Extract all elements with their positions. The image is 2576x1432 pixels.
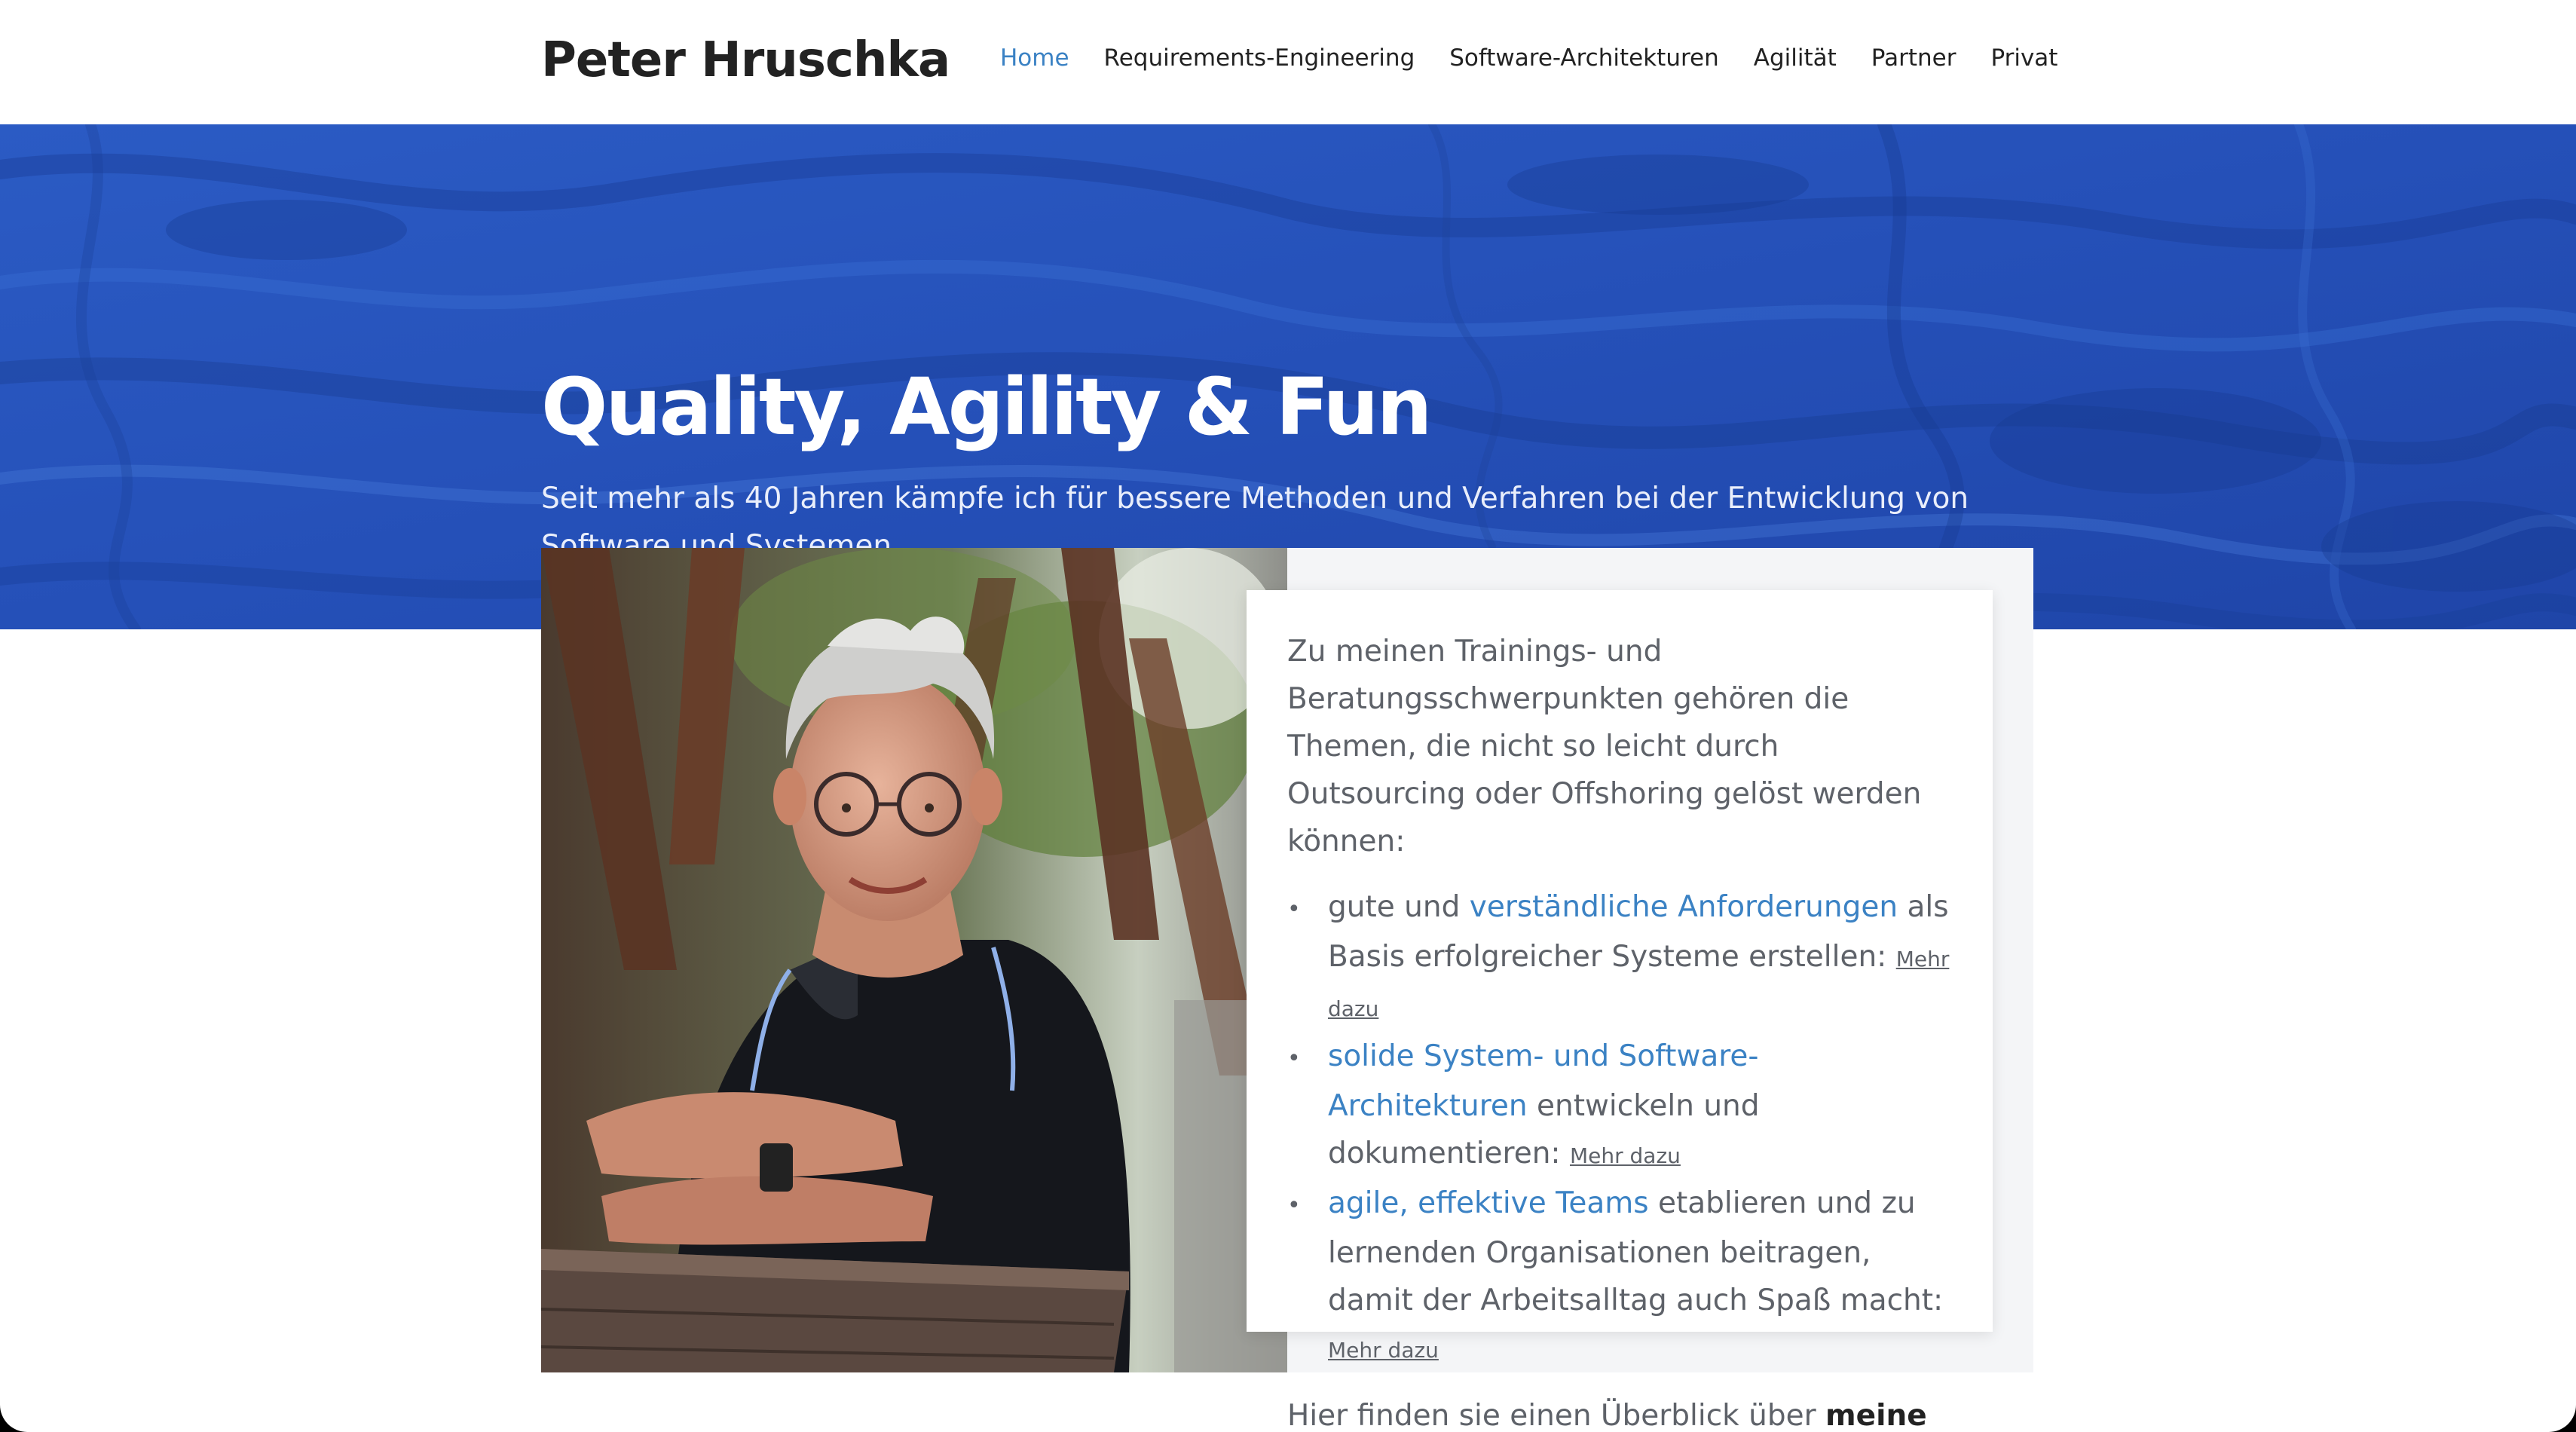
mehr-dazu-link[interactable]: Mehr dazu (1328, 1338, 1439, 1363)
list-item: • solide System- und Software-Architektur… (1287, 1033, 1952, 1180)
list-item: • gute und verständliche Anforderungen al… (1287, 883, 1952, 1033)
intro-card: Zu meinen Trainings- und Beratungsschwer… (1247, 590, 1993, 1432)
mehr-dazu-link[interactable]: Mehr dazu (1570, 1143, 1681, 1168)
site-title[interactable]: Peter Hruschka (541, 30, 950, 90)
item-text: gute und (1328, 890, 1470, 924)
nav-software-architekturen[interactable]: Software-Architekturen (1449, 43, 1719, 73)
focus-list: • gute und verständliche Anforderungen al… (1287, 883, 1952, 1374)
intro-paragraph: Zu meinen Trainings- und Beratungsschwer… (1287, 635, 1922, 858)
main-nav: Home Requirements-Engineering Software-A… (1000, 43, 2057, 73)
list-item: • agile, effektive Teams etablieren und z… (1287, 1180, 1952, 1374)
nav-privat[interactable]: Privat (1990, 43, 2057, 73)
bullet-icon: • (1287, 1192, 1301, 1219)
hero-title: Quality, Agility & Fun (541, 361, 1433, 453)
portrait-photo (541, 548, 1287, 1372)
nav-home[interactable]: Home (1000, 43, 1069, 73)
nav-partner[interactable]: Partner (1871, 43, 1956, 73)
bullet-icon: • (1287, 1045, 1301, 1072)
link-verstaendliche-anforderungen[interactable]: verständliche Anforderungen (1470, 890, 1898, 924)
link-agile-teams[interactable]: agile, effektive Teams (1328, 1186, 1649, 1220)
nav-requirements-engineering[interactable]: Requirements-Engineering (1104, 43, 1415, 73)
bullet-icon: • (1287, 896, 1301, 923)
site-header: Peter Hruschka Home Requirements-Enginee… (0, 0, 2576, 124)
page: Peter Hruschka Home Requirements-Enginee… (0, 0, 2576, 1432)
nav-agilitaet[interactable]: Agilität (1754, 43, 1837, 73)
overview-text: Hier finden sie einen Überblick über (1287, 1399, 1826, 1432)
overview-paragraph: Hier finden sie einen Überblick über mei… (1287, 1392, 1952, 1432)
